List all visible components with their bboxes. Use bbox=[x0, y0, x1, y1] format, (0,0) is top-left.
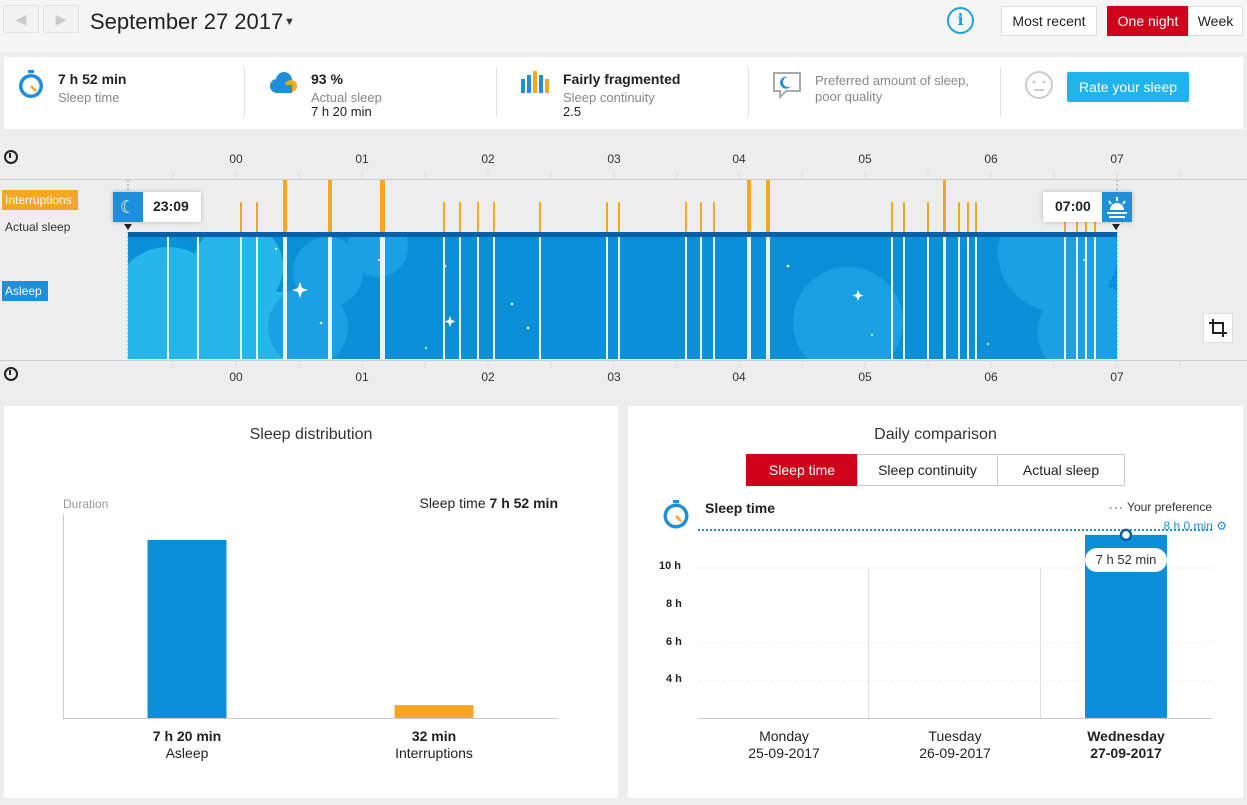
bar-value-label: 7 h 52 min bbox=[1085, 547, 1167, 572]
speech-bubble-icon bbox=[773, 72, 801, 99]
asleep-region[interactable] bbox=[128, 232, 1117, 359]
stopwatch-icon bbox=[19, 70, 43, 98]
sunrise-icon bbox=[1102, 192, 1132, 222]
actual-sleep-detail: 7 h 20 min bbox=[311, 104, 372, 119]
crop-icon[interactable] bbox=[1203, 313, 1233, 343]
continuity-label: Sleep continuity bbox=[563, 90, 655, 105]
chevron-left-icon: ◀ bbox=[15, 11, 27, 27]
chevron-right-icon: ▶ bbox=[55, 11, 67, 27]
moon-icon: ☾ bbox=[113, 192, 143, 222]
day-label: Wednesday bbox=[1087, 728, 1165, 744]
distribution-bar bbox=[147, 540, 227, 718]
sleep-time-label: Sleep time bbox=[58, 90, 120, 105]
distribution-chart bbox=[63, 514, 558, 719]
wakeup-badge[interactable]: 07:00 bbox=[1043, 192, 1132, 222]
chevron-down-icon[interactable]: ▼ bbox=[284, 16, 295, 28]
sleep-timeline: 00 01 02 03 04 05 06 07 00 01 02 03 04 0… bbox=[0, 136, 1247, 394]
bedtime-time: 23:09 bbox=[153, 198, 189, 214]
sleep-summary: 7 h 52 min Sleep time 93 % Actual sleep … bbox=[4, 57, 1243, 129]
sleep-distribution-panel: Sleep distribution Duration Sleep time 7… bbox=[4, 406, 618, 798]
top-bar: ◀ ▶ September 27 2017 ▼ i Most recent On… bbox=[0, 0, 1247, 52]
info-icon[interactable]: i bbox=[947, 7, 974, 34]
wakeup-marker-icon bbox=[1112, 224, 1120, 230]
day-label: Tuesday bbox=[928, 728, 982, 744]
most-recent-button[interactable]: Most recent bbox=[1001, 6, 1097, 36]
cloud-icon bbox=[270, 72, 297, 93]
continuity-detail: 2.5 bbox=[563, 104, 582, 119]
bar-label: Interruptions bbox=[395, 745, 473, 761]
date-label: 26-09-2017 bbox=[919, 745, 991, 761]
preference-text: Preferred amount of sleep, poor quality bbox=[815, 73, 969, 104]
divider bbox=[1000, 67, 1001, 117]
sleep-time-value: 7 h 52 min bbox=[58, 71, 127, 87]
night-sky-illustration bbox=[128, 232, 1117, 359]
bedtime-badge[interactable]: ☾ 23:09 bbox=[113, 192, 201, 222]
day-label: Monday bbox=[759, 728, 809, 744]
continuity-value: Fairly fragmented bbox=[563, 71, 681, 87]
next-day-button[interactable]: ▶ bbox=[43, 5, 79, 33]
divider bbox=[748, 67, 749, 117]
prev-day-button[interactable]: ◀ bbox=[3, 5, 39, 33]
daily-comparison-panel: Daily comparison Sleep time Sleep contin… bbox=[628, 406, 1243, 798]
divider bbox=[496, 67, 497, 117]
bedtime-marker-icon bbox=[124, 224, 132, 230]
neutral-face-icon bbox=[1025, 71, 1053, 99]
date-label: 27-09-2017 bbox=[1090, 745, 1162, 761]
bar-value: 7 h 20 min bbox=[152, 728, 222, 744]
bar-value: 32 min bbox=[411, 728, 457, 744]
bar-label: Asleep bbox=[165, 745, 209, 761]
rate-sleep-button[interactable]: Rate your sleep bbox=[1067, 72, 1189, 102]
wakeup-time: 07:00 bbox=[1055, 198, 1091, 214]
distribution-bar bbox=[394, 705, 474, 718]
actual-sleep-value: 93 % bbox=[311, 71, 343, 87]
actual-sleep-label: Actual sleep bbox=[311, 90, 382, 105]
one-night-button[interactable]: One night bbox=[1107, 6, 1189, 36]
date-title[interactable]: September 27 2017 bbox=[90, 9, 283, 35]
date-label: 25-09-2017 bbox=[748, 745, 820, 761]
continuity-bars-icon bbox=[521, 71, 549, 93]
divider bbox=[244, 67, 245, 117]
week-button[interactable]: Week bbox=[1188, 6, 1243, 36]
sleep-time-point bbox=[1119, 528, 1133, 542]
